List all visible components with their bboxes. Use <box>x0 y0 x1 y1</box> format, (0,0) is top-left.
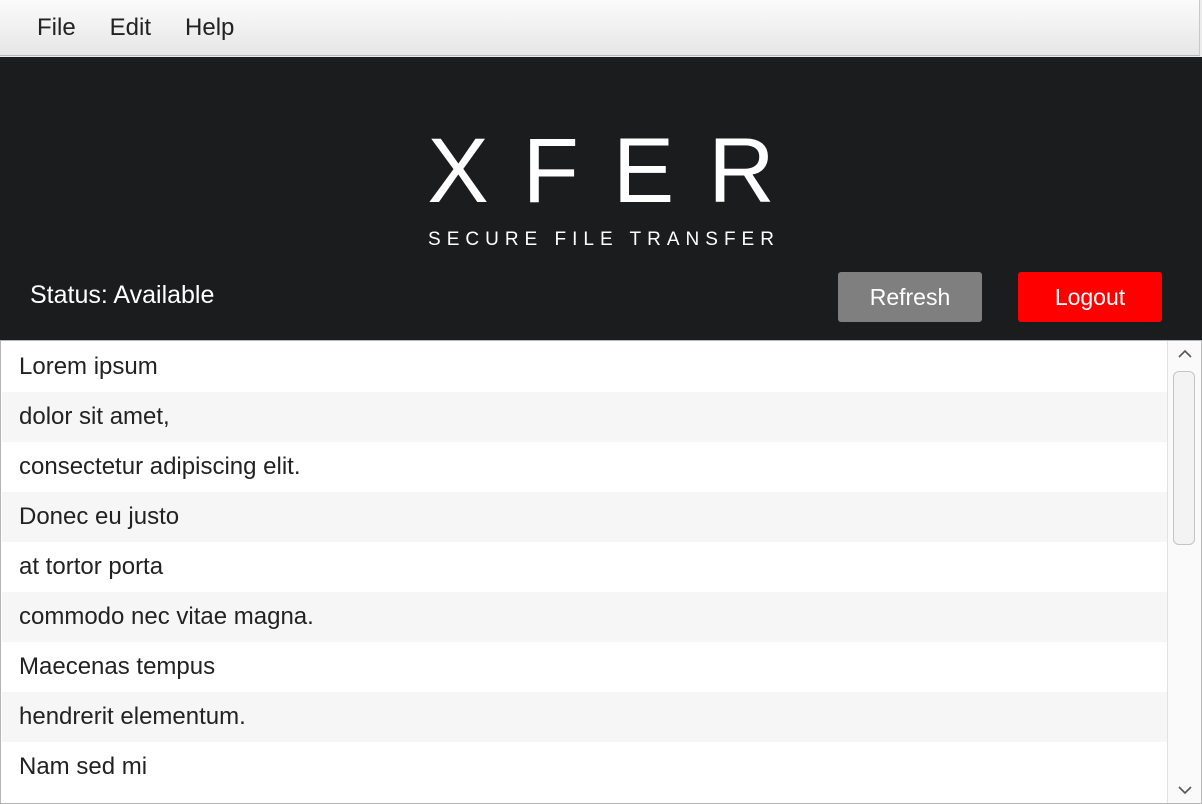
status-text: Status: Available <box>30 281 215 309</box>
menu-bar: File Edit Help <box>0 0 1200 56</box>
header: XFER SECURE FILE TRANSFER Status: Availa… <box>0 57 1202 340</box>
file-list-items: Lorem ipsum dolor sit amet, consectetur … <box>2 342 1167 802</box>
menu-help[interactable]: Help <box>168 0 251 56</box>
app-tagline: SECURE FILE TRANSFER <box>428 229 780 250</box>
app-logo: XFER <box>427 120 809 222</box>
list-item[interactable]: Donec eu justo <box>2 492 1167 542</box>
list-item[interactable]: dolor sit amet, <box>2 392 1167 442</box>
list-item[interactable]: hendrerit elementum. <box>2 692 1167 742</box>
menu-edit[interactable]: Edit <box>93 0 168 56</box>
file-list: Lorem ipsum dolor sit amet, consectetur … <box>0 340 1202 804</box>
list-item[interactable]: Lorem ipsum <box>2 342 1167 392</box>
list-item[interactable]: at tortor porta <box>2 542 1167 592</box>
list-item[interactable]: Maecenas tempus <box>2 642 1167 692</box>
list-item[interactable]: commodo nec vitae magna. <box>2 592 1167 642</box>
refresh-button[interactable]: Refresh <box>838 272 982 322</box>
vertical-scrollbar[interactable] <box>1167 341 1201 803</box>
list-item[interactable]: consectetur adipiscing elit. <box>2 442 1167 492</box>
list-item[interactable]: Nam sed mi <box>2 742 1167 792</box>
chevron-down-icon[interactable] <box>1168 777 1201 803</box>
chevron-up-icon[interactable] <box>1168 341 1201 367</box>
scrollbar-thumb[interactable] <box>1173 371 1195 545</box>
logout-button[interactable]: Logout <box>1018 272 1162 322</box>
menu-file[interactable]: File <box>20 0 93 56</box>
